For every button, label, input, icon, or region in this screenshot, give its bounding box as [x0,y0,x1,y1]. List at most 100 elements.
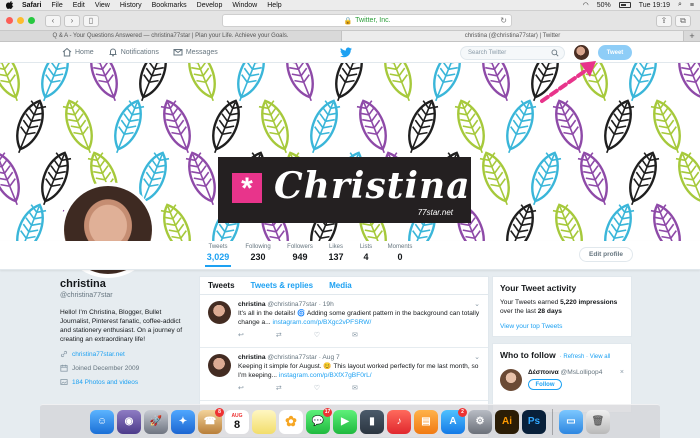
stat-following[interactable]: Following 230 [242,244,274,262]
menu-edit[interactable]: Edit [73,2,85,9]
stat-tweets[interactable]: Tweets 3,029 [205,244,231,267]
follow-button[interactable]: Follow [528,379,562,390]
tweet-author-name[interactable]: christina [238,354,265,361]
wifi-icon[interactable]: ◠ [583,1,589,9]
battery-percent[interactable]: 50% [597,2,611,9]
suggested-user-handle[interactable]: @MsLollipop4 [561,369,603,376]
stat-moments[interactable]: Moments 0 [385,244,415,262]
folder-icon[interactable]: ▭ [559,409,583,434]
tweet-item[interactable]: christina @christina77star · Aug 7 Keepi… [200,348,488,401]
tab-tweets-replies[interactable]: Tweets & replies [251,281,314,290]
chevron-down-icon[interactable]: ⌄ [474,353,480,361]
clock[interactable]: Tue 19:19 [639,2,670,9]
safari-icon[interactable]: ✦ [171,409,195,434]
twitter-bird-icon[interactable] [340,47,352,58]
minimize-window-button[interactable] [17,17,24,24]
profile-website-link[interactable]: christina77star.net [72,351,125,358]
siri-icon[interactable]: ◉ [117,409,141,434]
reply-icon[interactable]: ↩ [238,331,244,339]
tweet-author-handle[interactable]: @christina77star · Aug 7 [267,354,339,361]
nav-messages-label: Messages [185,48,218,56]
close-icon[interactable]: × [620,369,624,376]
stat-followers[interactable]: Followers 949 [284,244,316,262]
tweet-author-name[interactable]: christina [238,301,265,308]
menu-view[interactable]: View [95,2,110,9]
tweet-link[interactable]: instagram.com/p/BXgc2vPFSRW/ [272,319,371,326]
illustrator-icon[interactable]: Ai [495,409,519,434]
like-icon[interactable]: ♡ [314,331,320,339]
profile-name[interactable]: christina [60,278,185,290]
trash-icon[interactable]: 🗑 [586,409,610,434]
tweet-avatar[interactable] [208,301,231,324]
tab-tweets[interactable]: Tweets [208,281,235,290]
new-tab-button[interactable]: + [684,31,700,41]
like-icon[interactable]: ♡ [314,384,320,392]
forward-button[interactable]: › [64,14,80,27]
zoom-window-button[interactable] [28,17,35,24]
close-window-button[interactable] [6,17,13,24]
stat-lists-value: 4 [363,252,369,262]
menu-bookmarks[interactable]: Bookmarks [152,2,187,9]
back-button[interactable]: ‹ [45,14,61,27]
music-icon[interactable]: ♪ [387,409,411,434]
nav-messages[interactable]: Messages [173,47,218,57]
tweet-link[interactable]: instagram.com/p/BXfX7gBF0rL/ [279,372,372,379]
photoshop-icon[interactable]: Ps [522,409,546,434]
notification-center-icon[interactable]: ≡ [690,2,694,9]
numbers-icon[interactable]: ▮ [360,409,384,434]
who-to-follow-refresh[interactable]: · Refresh · View all [560,354,611,360]
suggested-user-avatar[interactable] [500,369,522,391]
menu-window[interactable]: Window [232,2,257,9]
sidebar-toggle-icon[interactable]: ▯ [83,14,99,27]
chevron-down-icon[interactable]: ⌄ [474,300,480,308]
menu-history[interactable]: History [120,2,142,9]
leaf-shape [160,203,191,241]
leaf-shape [675,63,700,102]
spotlight-icon[interactable]: ⌕ [678,1,682,9]
finder-icon[interactable]: ☺ [90,409,114,434]
profile-photos-link[interactable]: 184 Photos and videos [72,379,138,386]
tweet-author-handle[interactable]: @christina77star · 19h [267,301,333,308]
address-bar[interactable]: 🔒 Twitter, Inc. ↻ [222,14,512,27]
view-top-tweets-link[interactable]: View your top Tweets [500,323,624,330]
launchpad-icon[interactable]: 🚀 [144,409,168,434]
tweet-item[interactable]: christina @christina77star · 19h It's al… [200,295,488,348]
contacts-icon[interactable]: ☎ 8 [198,407,224,434]
profile-photos-row: 184 Photos and videos [60,378,185,386]
dm-icon[interactable]: ✉ [352,331,358,339]
nav-notifications[interactable]: Notifications [108,47,159,57]
menu-app-name[interactable]: Safari [22,2,41,9]
battery-icon[interactable] [618,2,631,8]
search-icon[interactable] [551,49,559,57]
tweet-avatar[interactable] [208,354,231,377]
photos-icon[interactable]: ✿ [279,409,303,434]
retweet-icon[interactable]: ⇄ [276,331,282,339]
tweet-header: christina @christina77star · 19h [238,301,480,308]
app-store-icon[interactable]: A2 [441,407,467,434]
books-icon[interactable]: ▤ [414,409,438,434]
show-tabs-icon[interactable]: ⧉ [675,14,691,27]
apple-icon[interactable] [6,1,14,9]
suggested-user-name[interactable]: Δέσποινα [528,369,559,376]
profile-handle[interactable]: @christina77star [60,292,185,299]
system-preferences-icon[interactable]: ⚙ [468,409,492,434]
stat-likes[interactable]: Likes 137 [325,244,347,262]
share-icon[interactable]: ⇪ [656,14,672,27]
reply-icon[interactable]: ↩ [238,384,244,392]
stat-lists[interactable]: Lists 4 [356,244,376,262]
retweet-icon[interactable]: ⇄ [276,384,282,392]
menu-help[interactable]: Help [267,2,281,9]
tab-twitter-profile[interactable]: christina (@christina77star) | Twitter [342,31,684,41]
tab-media[interactable]: Media [329,281,352,290]
messages-icon[interactable]: 💬 17 [306,407,332,434]
menu-develop[interactable]: Develop [197,2,223,9]
notes-icon[interactable] [252,409,276,434]
menu-file[interactable]: File [51,2,62,9]
tab-qa[interactable]: Q & A - Your Questions Answered — christ… [0,31,342,41]
dm-icon[interactable]: ✉ [352,384,358,392]
reload-icon[interactable]: ↻ [500,16,507,25]
facetime-icon[interactable]: ▶ [333,409,357,434]
nav-home[interactable]: Home [62,47,94,57]
edit-profile-button[interactable]: Edit profile [579,247,633,262]
calendar-app-icon[interactable]: AUG 8 [225,409,249,434]
